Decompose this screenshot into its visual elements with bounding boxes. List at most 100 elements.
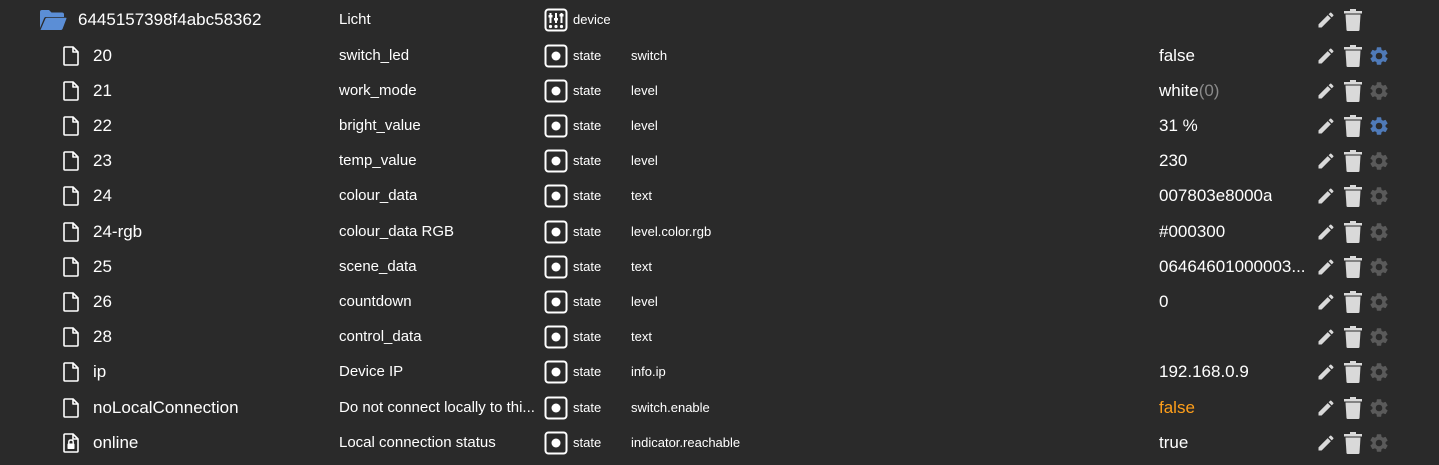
state-value-text: false: [1159, 45, 1195, 65]
state-row[interactable]: 22 bright_value state level 31 %: [0, 108, 1439, 143]
state-row[interactable]: 26 countdown state level 0: [0, 284, 1439, 319]
edit-pencil-icon[interactable]: [1314, 108, 1338, 143]
state-row[interactable]: 28 control_data state text: [0, 319, 1439, 354]
state-row[interactable]: 21 work_mode state level white (0): [0, 73, 1439, 108]
state-name: colour_data RGB: [339, 214, 544, 249]
edit-pencil-icon[interactable]: [1314, 319, 1338, 354]
settings-gear-icon[interactable]: [1367, 284, 1391, 319]
settings-gear-icon[interactable]: [1367, 73, 1391, 108]
delete-trash-icon[interactable]: [1341, 108, 1365, 143]
settings-gear-icon[interactable]: [1367, 143, 1391, 178]
edit-pencil-icon[interactable]: [1314, 143, 1338, 178]
settings-gear-icon[interactable]: [1367, 108, 1391, 143]
state-id: ip: [93, 361, 107, 381]
state-row[interactable]: 23 temp_value state level 230: [0, 143, 1439, 178]
state-role: info.ip: [631, 364, 666, 379]
file-icon: [56, 249, 86, 284]
state-value[interactable]: 007803e8000a: [1159, 178, 1307, 213]
edit-pencil-icon[interactable]: [1314, 249, 1338, 284]
state-role: indicator.reachable: [631, 435, 741, 450]
state-name-label: Local connection status: [339, 434, 496, 451]
state-dot-icon: [543, 108, 569, 143]
state-name-label: colour_data RGB: [339, 223, 455, 240]
settings-gear-icon[interactable]: [1367, 178, 1391, 213]
state-dot-icon: [543, 73, 569, 108]
state-role: text: [631, 259, 652, 274]
state-role: switch: [631, 48, 668, 63]
edit-pencil-icon[interactable]: [1314, 73, 1338, 108]
state-id: 25: [93, 256, 112, 276]
state-name-label: bright_value: [339, 117, 421, 134]
state-row[interactable]: noLocalConnection Do not connect locally …: [0, 390, 1439, 425]
delete-trash-icon[interactable]: [1341, 73, 1365, 108]
delete-trash-icon[interactable]: [1341, 178, 1365, 213]
delete-trash-icon[interactable]: [1341, 319, 1365, 354]
delete-trash-icon[interactable]: [1341, 2, 1365, 37]
state-name-label: colour_data: [339, 187, 418, 204]
state-row[interactable]: 20 switch_led state switch false: [0, 38, 1439, 73]
state-dot-icon: [543, 249, 569, 284]
state-name-label: Device IP: [339, 363, 404, 380]
state-value[interactable]: false: [1159, 390, 1307, 425]
state-name: scene_data: [339, 249, 544, 284]
folder-open-icon[interactable]: [38, 2, 68, 37]
state-row[interactable]: online Local connection status state indica…: [0, 425, 1439, 460]
delete-trash-icon[interactable]: [1341, 38, 1365, 73]
state-role: level: [631, 153, 658, 168]
settings-gear-icon[interactable]: [1367, 354, 1391, 389]
state-name-label: control_data: [339, 328, 422, 345]
state-value[interactable]: 31 %: [1159, 108, 1307, 143]
state-row[interactable]: 24-rgb colour_data RGB state level.color.rg…: [0, 214, 1439, 249]
state-id: noLocalConnection: [93, 397, 239, 417]
state-value[interactable]: false: [1159, 38, 1307, 73]
edit-pencil-icon[interactable]: [1314, 214, 1338, 249]
state-row[interactable]: ip Device IP state info.ip 192.168.0.9: [0, 354, 1439, 389]
settings-gear-icon[interactable]: [1367, 425, 1391, 460]
settings-gear-icon[interactable]: [1367, 319, 1391, 354]
state-type: state: [573, 294, 602, 309]
edit-pencil-icon[interactable]: [1314, 354, 1338, 389]
state-id: 24-rgb: [93, 221, 143, 241]
state-value[interactable]: 0: [1159, 284, 1307, 319]
state-value[interactable]: 230: [1159, 143, 1307, 178]
delete-trash-icon[interactable]: [1341, 249, 1365, 284]
file-icon: [56, 390, 86, 425]
delete-trash-icon[interactable]: [1341, 143, 1365, 178]
state-value[interactable]: [1159, 319, 1307, 354]
settings-gear-icon[interactable]: [1367, 38, 1391, 73]
state-role: level.color.rgb: [631, 224, 712, 239]
settings-gear-icon[interactable]: [1367, 214, 1391, 249]
edit-pencil-icon[interactable]: [1314, 178, 1338, 213]
state-value[interactable]: true: [1159, 425, 1307, 460]
settings-gear-icon[interactable]: [1367, 249, 1391, 284]
state-name: colour_data: [339, 178, 544, 213]
delete-trash-icon[interactable]: [1341, 284, 1365, 319]
state-role: text: [631, 329, 652, 344]
state-row[interactable]: 25 scene_data state text 06464601000003...: [0, 249, 1439, 284]
state-row[interactable]: 24 colour_data state text 007803e8000a: [0, 178, 1439, 213]
edit-pencil-icon[interactable]: [1314, 284, 1338, 319]
state-role: level: [631, 294, 658, 309]
state-id: 28: [93, 326, 112, 346]
edit-pencil-icon[interactable]: [1314, 425, 1338, 460]
edit-pencil-icon[interactable]: [1314, 390, 1338, 425]
device-row[interactable]: 6445157398f4abc58362 Licht device: [0, 2, 1439, 37]
settings-gear-icon[interactable]: [1367, 390, 1391, 425]
state-dot-icon: [543, 425, 569, 460]
state-value[interactable]: 192.168.0.9: [1159, 354, 1307, 389]
state-dot-icon: [543, 319, 569, 354]
delete-trash-icon[interactable]: [1341, 214, 1365, 249]
state-id: online: [93, 432, 139, 452]
state-value[interactable]: 06464601000003...: [1159, 249, 1307, 284]
state-value[interactable]: #000300: [1159, 214, 1307, 249]
edit-pencil-icon[interactable]: [1314, 2, 1338, 37]
edit-pencil-icon[interactable]: [1314, 38, 1338, 73]
delete-trash-icon[interactable]: [1341, 425, 1365, 460]
delete-trash-icon[interactable]: [1341, 390, 1365, 425]
delete-trash-icon[interactable]: [1341, 354, 1365, 389]
state-id: 26: [93, 291, 112, 311]
state-id: 20: [93, 45, 112, 65]
state-role: switch.enable: [631, 400, 710, 415]
state-value[interactable]: white (0): [1159, 73, 1307, 108]
file-icon: [56, 108, 86, 143]
